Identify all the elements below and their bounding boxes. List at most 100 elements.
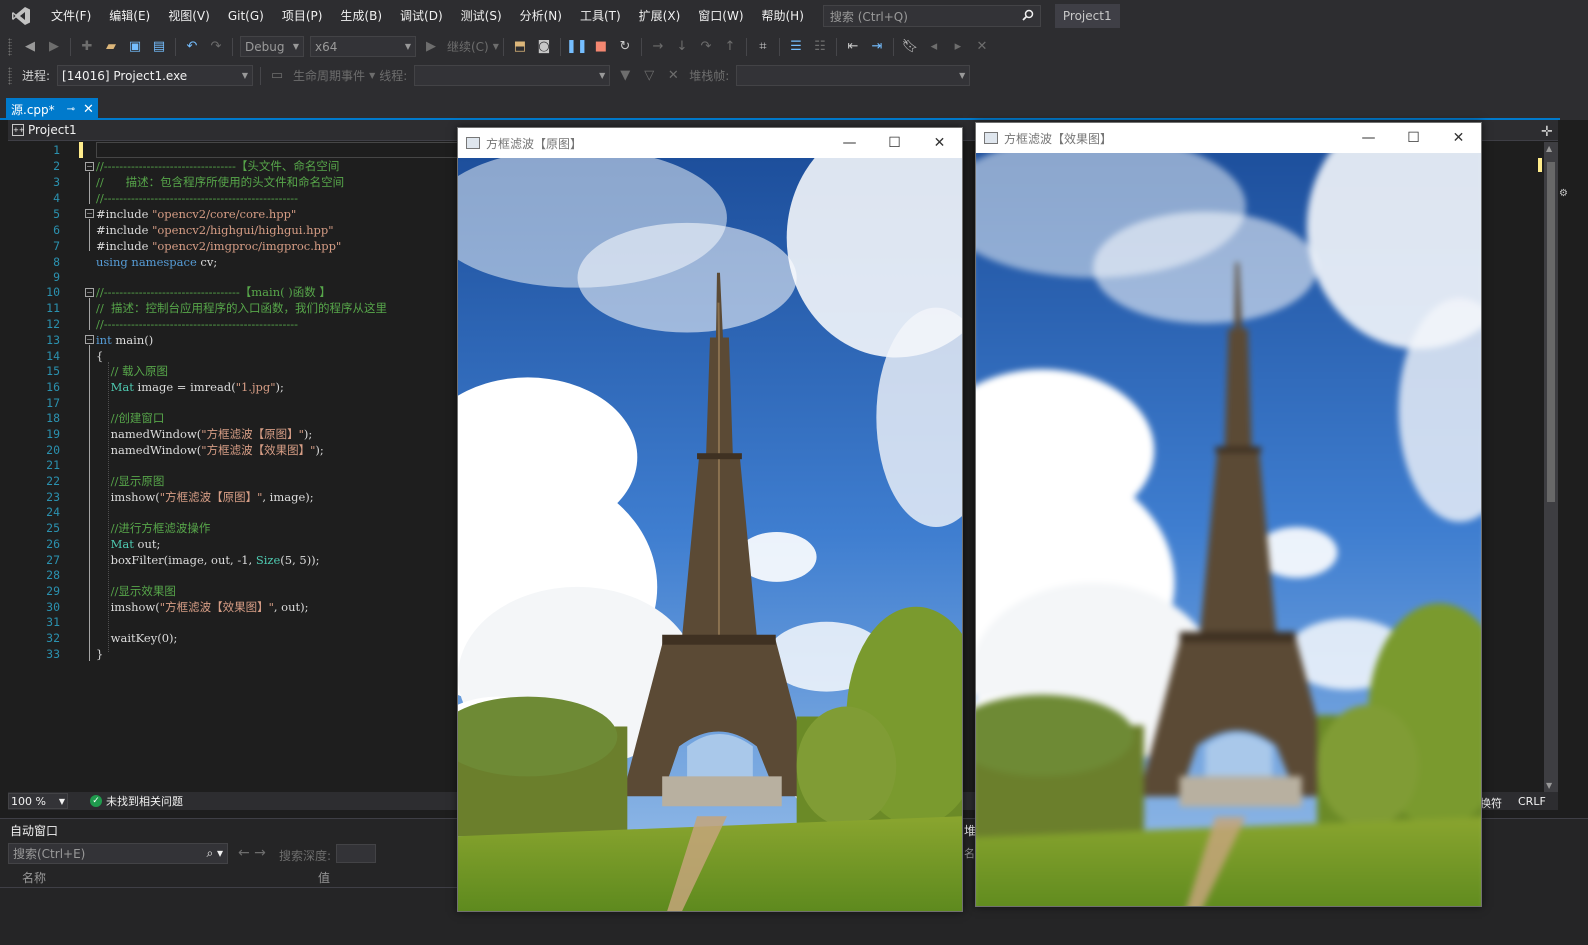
filter-clear-icon[interactable]: ▽ xyxy=(638,65,660,87)
minimize-icon[interactable]: — xyxy=(827,128,872,158)
menu-item-6[interactable]: 调试(D) xyxy=(391,0,452,32)
bookmark-icon[interactable]: 🔖︎ xyxy=(899,36,921,58)
code-line-19: namedWindow("方框滤波【原图】"); xyxy=(96,427,313,441)
step-out-icon[interactable]: ↑ xyxy=(719,36,741,58)
stackframe-select[interactable]: ▼ xyxy=(736,65,971,86)
menu-item-9[interactable]: 工具(T) xyxy=(571,0,630,32)
menu-item-3[interactable]: Git(G) xyxy=(219,0,273,32)
scrollbar-thumb[interactable] xyxy=(1547,162,1555,502)
zoom-select[interactable]: 100 % ▼ xyxy=(8,793,68,809)
platform-select[interactable]: x64 ▼ xyxy=(310,36,416,57)
menu-item-0[interactable]: 文件(F) xyxy=(42,0,100,32)
project-dropdown[interactable]: ++ Project1 xyxy=(8,123,77,137)
lifecycle-icon[interactable]: ▭ xyxy=(266,65,288,87)
fold-guide xyxy=(89,298,90,330)
autos-search-input[interactable]: 搜索(Ctrl+E) ⌕ ▾ xyxy=(8,843,228,864)
editor-vertical-scrollbar[interactable]: ▲ ▼ xyxy=(1544,142,1558,792)
flag-threads-icon[interactable]: ✕ xyxy=(662,65,684,87)
save-all-icon[interactable]: ▤ xyxy=(148,36,170,58)
column-header-value[interactable]: 值 xyxy=(318,869,330,886)
uncomment-icon[interactable]: ☷ xyxy=(809,36,831,58)
window-titlebar[interactable]: 方框滤波【效果图】 — ☐ ✕ xyxy=(976,123,1481,153)
menu-item-10[interactable]: 扩展(X) xyxy=(630,0,690,32)
maximize-icon[interactable]: ☐ xyxy=(872,128,917,158)
column-header-name[interactable]: 名称 xyxy=(22,869,46,886)
lifecycle-events-button[interactable]: 生命周期事件 xyxy=(293,67,365,84)
fold-toggle-icon[interactable]: − xyxy=(85,335,94,344)
search-depth-select[interactable] xyxy=(336,844,376,863)
effect-image-window[interactable]: 方框滤波【效果图】 — ☐ ✕ xyxy=(975,122,1482,907)
menu-item-8[interactable]: 分析(N) xyxy=(511,0,571,32)
visual-studio-logo-icon[interactable] xyxy=(10,5,32,27)
step-into-icon[interactable]: ↓ xyxy=(671,36,693,58)
line-number: 10 xyxy=(46,285,60,299)
step-over-icon[interactable]: ↷ xyxy=(695,36,717,58)
fold-toggle-icon[interactable]: − xyxy=(85,288,94,297)
new-project-icon[interactable]: ✚ xyxy=(76,36,98,58)
thread-select[interactable]: ▼ xyxy=(414,65,611,86)
issues-status[interactable]: 未找到相关问题 xyxy=(106,793,183,809)
process-select[interactable]: [14016] Project1.exe ▼ xyxy=(57,65,254,86)
continue-button[interactable]: 继续(C) xyxy=(447,38,489,55)
screenshot-icon[interactable]: ◙ xyxy=(533,36,555,58)
comment-icon[interactable]: ☰ xyxy=(785,36,807,58)
clear-bookmarks-icon[interactable]: ✕ xyxy=(971,36,993,58)
line-ending-indicator[interactable]: CRLF xyxy=(1518,795,1546,808)
split-editor-icon[interactable]: ✛ xyxy=(1541,124,1553,140)
continue-icon[interactable]: ▶ xyxy=(420,36,442,58)
menu-item-11[interactable]: 窗口(W) xyxy=(689,0,752,32)
code-line-33: } xyxy=(96,647,104,661)
outdent-icon[interactable]: ⇤ xyxy=(842,36,864,58)
open-file-icon[interactable]: ▰ xyxy=(100,36,122,58)
indent-icon[interactable]: ⇥ xyxy=(866,36,888,58)
line-number: 3 xyxy=(53,175,60,189)
search-icon[interactable]: ⌕ ▾ xyxy=(206,846,223,861)
menu-item-5[interactable]: 生成(B) xyxy=(331,0,391,32)
chevron-down-icon[interactable]: ▼ xyxy=(493,42,499,51)
maximize-icon[interactable]: ☐ xyxy=(1391,123,1436,153)
search-placeholder: 搜索 (Ctrl+Q) xyxy=(829,9,908,24)
back-icon[interactable]: ◀ xyxy=(19,36,41,58)
hex-display-icon[interactable]: ⌗ xyxy=(752,36,774,58)
prev-bookmark-icon[interactable]: ◂ xyxy=(923,36,945,58)
eiffel-tower-blurred-photo xyxy=(976,153,1481,906)
stop-icon[interactable]: ■ xyxy=(590,36,612,58)
window-titlebar[interactable]: 方框滤波【原图】 — ☐ ✕ xyxy=(458,128,962,158)
undo-icon[interactable]: ↶ xyxy=(181,36,203,58)
minimize-icon[interactable]: — xyxy=(1346,123,1391,153)
autos-search-placeholder: 搜索(Ctrl+E) xyxy=(13,847,86,861)
redo-icon[interactable]: ↷ xyxy=(205,36,227,58)
close-icon[interactable]: ✕ xyxy=(83,102,94,117)
forward-icon[interactable]: ▶ xyxy=(43,36,65,58)
scroll-up-icon[interactable]: ▲ xyxy=(1546,144,1552,153)
tab-source-cpp[interactable]: 源.cpp* ⊸ ✕ xyxy=(6,98,98,120)
encoding-fragment[interactable]: 换符 xyxy=(1480,795,1502,811)
show-next-statement-icon[interactable]: → xyxy=(647,36,669,58)
search-icon[interactable] xyxy=(1022,9,1034,24)
restart-icon[interactable]: ↻ xyxy=(614,36,636,58)
close-icon[interactable]: ✕ xyxy=(917,128,962,158)
attach-icon[interactable]: ⬒ xyxy=(509,36,531,58)
pin-icon[interactable]: ⊸ xyxy=(67,104,75,115)
pause-icon[interactable]: ❚❚ xyxy=(566,36,588,58)
configuration-select[interactable]: Debug ▼ xyxy=(240,36,304,57)
original-image-window[interactable]: 方框滤波【原图】 — ☐ ✕ xyxy=(457,127,963,912)
fold-toggle-icon[interactable]: − xyxy=(85,209,94,218)
search-back-forward-icon[interactable]: ← → xyxy=(238,845,266,861)
menu-item-7[interactable]: 测试(S) xyxy=(452,0,511,32)
menu-item-12[interactable]: 帮助(H) xyxy=(753,0,813,32)
toolbar-grip[interactable] xyxy=(8,66,12,85)
save-icon[interactable]: ▣ xyxy=(124,36,146,58)
scroll-down-icon[interactable]: ▼ xyxy=(1546,781,1552,790)
next-bookmark-icon[interactable]: ▸ xyxy=(947,36,969,58)
code-line-5: #include "opencv2/core/core.hpp" xyxy=(96,207,297,221)
close-icon[interactable]: ✕ xyxy=(1436,123,1481,153)
fold-toggle-icon[interactable]: − xyxy=(85,162,94,171)
filter-icon[interactable]: ▼ xyxy=(614,65,636,87)
chevron-down-icon[interactable]: ▼ xyxy=(369,71,375,80)
toolbar-grip[interactable] xyxy=(8,37,12,56)
menu-item-4[interactable]: 项目(P) xyxy=(273,0,332,32)
menu-item-2[interactable]: 视图(V) xyxy=(159,0,219,32)
search-input[interactable]: 搜索 (Ctrl+Q) xyxy=(822,5,1041,27)
menu-item-1[interactable]: 编辑(E) xyxy=(100,0,159,32)
